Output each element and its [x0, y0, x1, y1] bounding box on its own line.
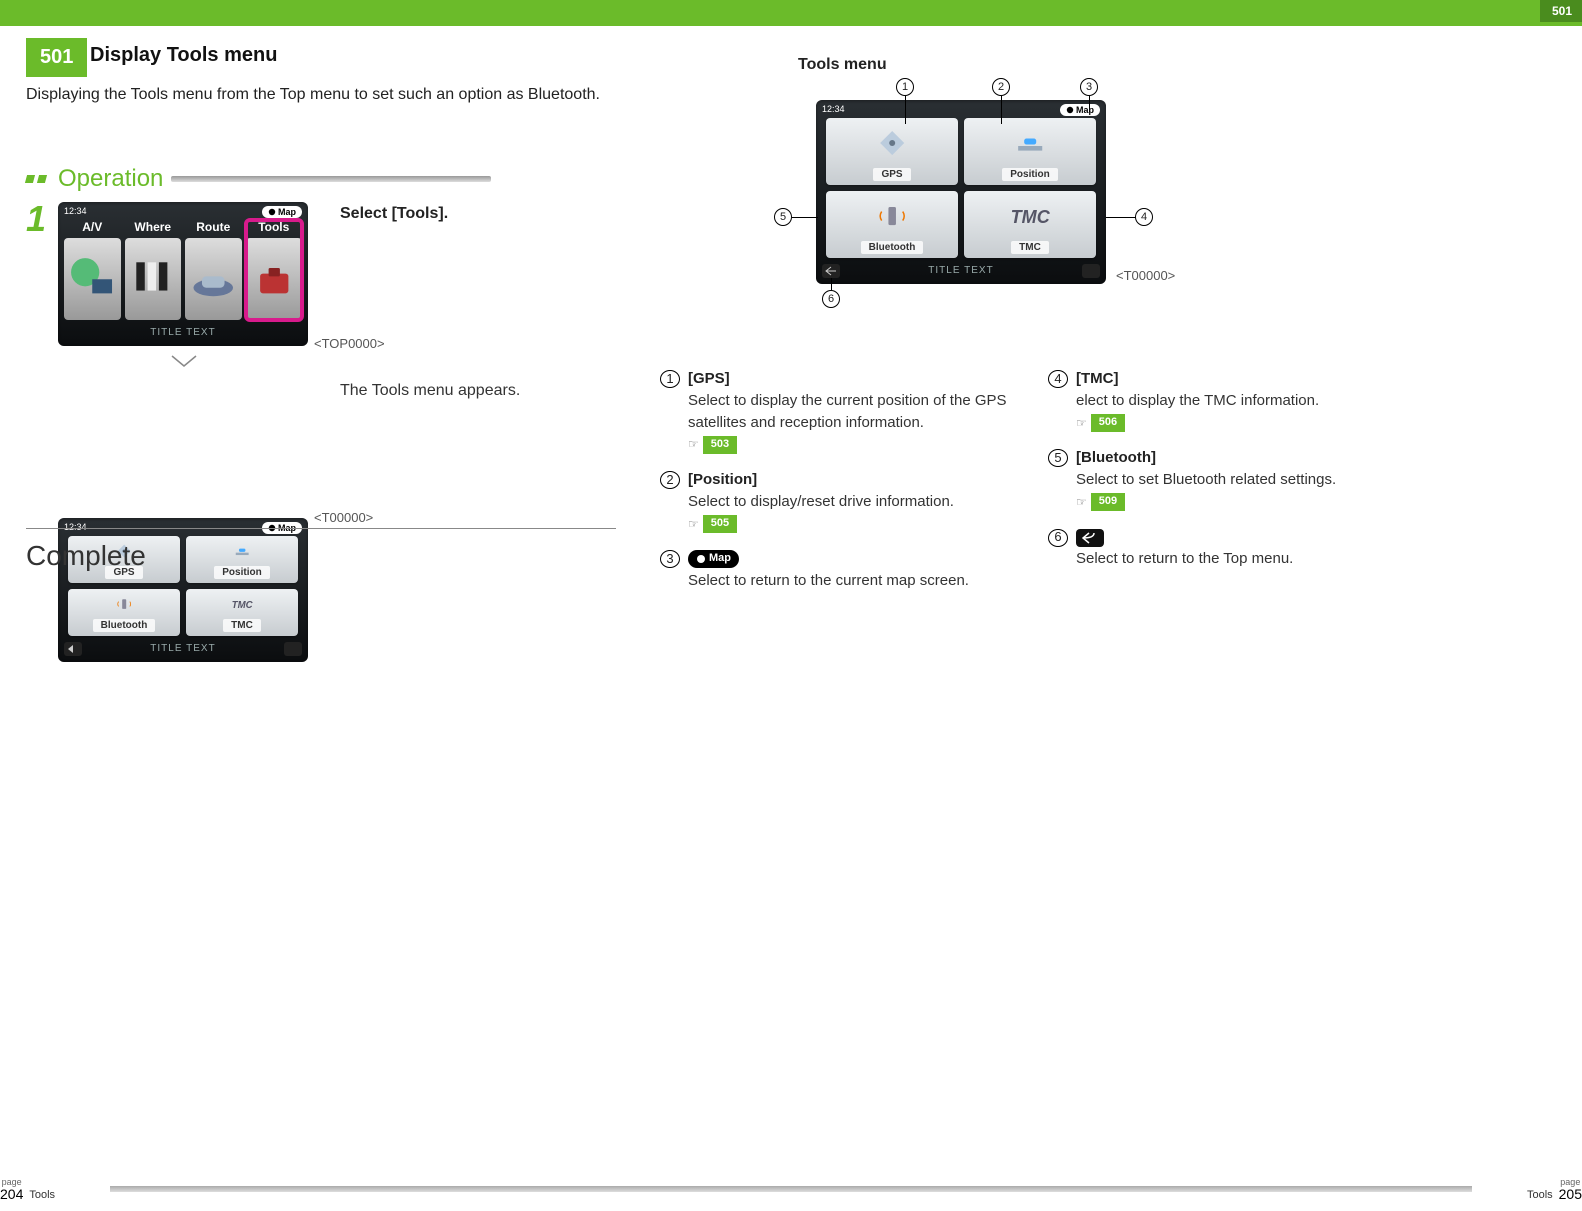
- svg-text:TMC: TMC: [1010, 208, 1050, 228]
- desc-heading: [Bluetooth]: [1076, 447, 1336, 469]
- pointer-icon: ☞: [688, 436, 699, 453]
- page-title: Display Tools menu: [90, 44, 277, 67]
- footer-left: page204 Tools: [0, 1178, 55, 1201]
- footer-right: Tools page205: [1527, 1178, 1582, 1201]
- bluetooth-icon: [826, 195, 958, 238]
- screen-time: 12:34: [64, 206, 87, 216]
- top-bar: 501: [0, 0, 1582, 26]
- tile-label-position: Position: [1002, 168, 1057, 181]
- step-instruction: Select [Tools].: [340, 205, 448, 223]
- pointer-icon: ☞: [1076, 415, 1087, 432]
- footer-rule: [110, 1186, 1472, 1192]
- leader-line: [792, 217, 818, 218]
- desc-heading: Map: [688, 548, 969, 570]
- desc-item-3: 3 Map Select to return to the current ma…: [660, 548, 1030, 592]
- screenshot-top-menu: 12:34 Map A/V Where Route Tools TITLE TE…: [58, 202, 308, 346]
- desc-text: Select to return to the current map scre…: [688, 570, 969, 592]
- desc-heading: [GPS]: [688, 368, 1030, 390]
- tmc-icon: TMC: [186, 593, 298, 616]
- screenshot-caption-tools: <T00000>: [314, 510, 373, 525]
- footer-section-right: Tools: [1527, 1189, 1553, 1201]
- tile-label-bluetooth: Bluetooth: [861, 241, 924, 254]
- top-corner-num: 501: [1540, 0, 1582, 22]
- svg-text:TMC: TMC: [232, 600, 254, 611]
- callout-6: 6: [822, 290, 840, 308]
- leader-line: [1001, 96, 1002, 124]
- chevron-down-icon: [170, 354, 198, 370]
- bluetooth-icon: [68, 593, 180, 616]
- section-number-badge: 501: [26, 38, 87, 77]
- tile-label-gps: GPS: [873, 168, 910, 181]
- screenshot-tools-menu-large: 12:34 Map GPS Position Bluetooth TMCTMC …: [816, 100, 1106, 284]
- pointer-icon: ☞: [1076, 494, 1087, 511]
- position-icon: [964, 122, 1096, 165]
- page-ref: ☞509: [1076, 493, 1125, 511]
- screen-time: 12:34: [822, 104, 845, 114]
- screen-title-text: TITLE TEXT: [816, 265, 1106, 276]
- description-column-right: 4 [TMC] elect to display the TMC informa…: [1048, 368, 1418, 584]
- tile-label-tmc: TMC: [1011, 241, 1049, 254]
- callout-2: 2: [992, 78, 1010, 96]
- page-subtitle: Displaying the Tools menu from the Top m…: [26, 86, 600, 104]
- leader-line: [831, 278, 832, 290]
- step-number: 1: [26, 198, 46, 240]
- desc-text: Select to display/reset drive informatio…: [688, 491, 954, 513]
- complete-label: Complete: [26, 540, 146, 572]
- desc-item-6: 6 Select to return to the Top menu.: [1048, 527, 1418, 571]
- map-button: Map: [1060, 104, 1100, 116]
- tile-label-position: Position: [214, 566, 269, 579]
- pointer-icon: ☞: [688, 516, 699, 533]
- page-ref: ☞503: [688, 436, 737, 454]
- desc-heading: [Position]: [688, 469, 954, 491]
- menu-item-tools: Tools: [246, 220, 303, 234]
- operation-label: Operation: [58, 165, 163, 193]
- screenshot-caption-top: <TOP0000>: [314, 336, 385, 351]
- step-result-text: The Tools menu appears.: [340, 382, 520, 400]
- menu-item-where: Where: [125, 220, 182, 234]
- desc-item-2: 2 [Position] Select to display/reset dri…: [660, 469, 1030, 534]
- desc-text: elect to display the TMC information.: [1076, 390, 1319, 412]
- desc-item-5: 5 [Bluetooth] Select to set Bluetooth re…: [1048, 447, 1418, 512]
- leader-line: [1106, 217, 1136, 218]
- description-column-left: 1 [GPS] Select to display the current po…: [660, 368, 1030, 606]
- operation-heading: Operation: [26, 165, 491, 193]
- tile-label-tmc: TMC: [223, 619, 261, 632]
- desc-text: Select to return to the Top menu.: [1076, 548, 1293, 570]
- desc-item-1: 1 [GPS] Select to display the current po…: [660, 368, 1030, 455]
- callout-1: 1: [896, 78, 914, 96]
- callout-5: 5: [774, 208, 792, 226]
- screen-time: 12:34: [64, 522, 87, 532]
- desc-heading: [1076, 527, 1293, 549]
- tile-label-bluetooth: Bluetooth: [93, 619, 156, 632]
- callout-4: 4: [1135, 208, 1153, 226]
- page-ref: ☞506: [1076, 414, 1125, 432]
- page-ref: ☞505: [688, 515, 737, 533]
- menu-item-av: A/V: [64, 220, 121, 234]
- map-button: Map: [262, 206, 302, 218]
- desc-text: Select to display the current position o…: [688, 390, 1030, 434]
- leader-line: [905, 96, 906, 124]
- back-arrow-icon: [1076, 529, 1104, 547]
- separator-line: [26, 528, 616, 529]
- tools-menu-heading: Tools menu: [798, 56, 887, 74]
- footer-section-left: Tools: [29, 1189, 55, 1201]
- gps-icon: [826, 122, 958, 165]
- callout-3: 3: [1080, 78, 1098, 96]
- screen-title-text: TITLE TEXT: [58, 327, 308, 338]
- desc-text: Select to set Bluetooth related settings…: [1076, 469, 1336, 491]
- screenshot-caption-tools-large: <T00000>: [1116, 268, 1175, 283]
- menu-item-route: Route: [185, 220, 242, 234]
- leader-line: [1089, 96, 1090, 112]
- position-icon: [186, 540, 298, 563]
- desc-item-4: 4 [TMC] elect to display the TMC informa…: [1048, 368, 1418, 433]
- screen-title-text: TITLE TEXT: [58, 643, 308, 654]
- tmc-icon: TMC: [964, 195, 1096, 238]
- desc-heading: [TMC]: [1076, 368, 1319, 390]
